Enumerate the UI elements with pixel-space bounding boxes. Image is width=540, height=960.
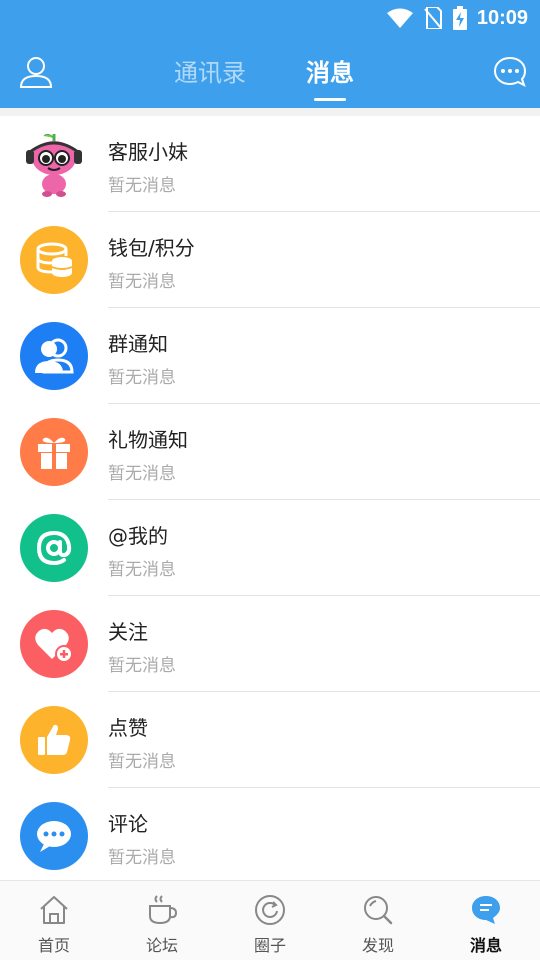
nav-messages[interactable]: 消息 <box>432 881 540 960</box>
item-subtitle: 暂无消息 <box>108 176 176 196</box>
wallet-coins-icon <box>20 226 88 294</box>
item-title: 礼物通知 <box>108 428 188 452</box>
nav-label: 消息 <box>469 936 502 955</box>
nav-label: 首页 <box>37 936 70 955</box>
list-item-mentions[interactable]: @我的 暂无消息 <box>0 500 540 596</box>
active-tab-indicator <box>314 98 346 101</box>
item-title: 关注 <box>108 620 148 644</box>
item-subtitle: 暂无消息 <box>108 272 176 292</box>
list-item-group-notice[interactable]: 群通知 暂无消息 <box>0 308 540 404</box>
nav-discover[interactable]: 发现 <box>324 881 432 960</box>
no-sim-icon <box>424 7 442 29</box>
item-title: 点赞 <box>108 716 148 740</box>
mascot-avatar <box>20 130 88 198</box>
circle-refresh-icon <box>255 895 285 925</box>
status-bar: 10:09 <box>0 0 540 36</box>
item-subtitle: 暂无消息 <box>108 848 176 868</box>
item-title: 群通知 <box>108 332 168 356</box>
message-list: 客服小妹 暂无消息 钱包/积分 暂无消息 群通知 暂无消息 礼物通知 暂无消息 … <box>0 116 540 880</box>
item-title: 客服小妹 <box>108 140 188 164</box>
nav-home[interactable]: 首页 <box>0 881 108 960</box>
item-subtitle: 暂无消息 <box>108 560 176 580</box>
list-item-gift-notice[interactable]: 礼物通知 暂无消息 <box>0 404 540 500</box>
tab-messages[interactable]: 消息 <box>306 56 354 90</box>
nav-label: 发现 <box>361 936 394 955</box>
thumbs-up-icon <box>20 706 88 774</box>
at-mention-icon <box>20 514 88 582</box>
item-title: 评论 <box>108 812 148 836</box>
list-item-wallet[interactable]: 钱包/积分 暂无消息 <box>0 212 540 308</box>
profile-icon[interactable] <box>18 54 54 90</box>
item-subtitle: 暂无消息 <box>108 464 176 484</box>
message-icon <box>472 896 500 924</box>
list-item-likes[interactable]: 点赞 暂无消息 <box>0 692 540 788</box>
home-icon <box>40 896 68 924</box>
nav-label: 论坛 <box>145 936 178 955</box>
group-users-icon <box>20 322 88 390</box>
gift-icon <box>20 418 88 486</box>
item-title: @我的 <box>108 524 168 548</box>
nav-label: 圈子 <box>253 936 286 955</box>
top-header: 通讯录 消息 <box>0 36 540 108</box>
item-subtitle: 暂无消息 <box>108 656 176 676</box>
nav-forum[interactable]: 论坛 <box>108 881 216 960</box>
list-item-customer-service[interactable]: 客服小妹 暂无消息 <box>0 116 540 212</box>
tab-contacts[interactable]: 通讯录 <box>174 56 246 90</box>
wifi-icon <box>386 8 413 28</box>
item-subtitle: 暂无消息 <box>108 752 176 772</box>
list-item-follow[interactable]: 关注 暂无消息 <box>0 596 540 692</box>
chat-bubble-icon[interactable] <box>492 54 528 90</box>
item-title: 钱包/积分 <box>108 236 195 260</box>
comment-bubble-icon <box>20 802 88 870</box>
item-subtitle: 暂无消息 <box>108 368 176 388</box>
nav-circle[interactable]: 圈子 <box>216 881 324 960</box>
clock: 10:09 <box>476 6 528 29</box>
search-icon <box>364 896 393 925</box>
bottom-nav: 首页 论坛 圈子 发现 消息 <box>0 880 540 960</box>
list-item-comments[interactable]: 评论 暂无消息 <box>0 788 540 880</box>
heart-plus-icon <box>20 610 88 678</box>
battery-charging-icon <box>452 6 467 30</box>
coffee-cup-icon <box>149 895 178 925</box>
